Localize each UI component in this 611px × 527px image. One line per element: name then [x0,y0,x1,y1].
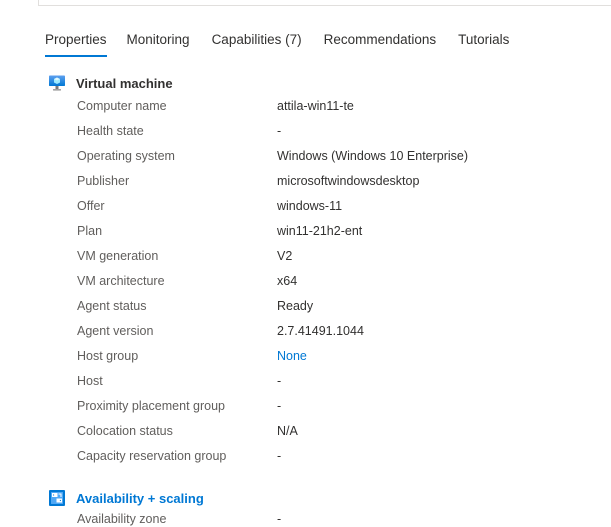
vm-properties-list: Computer name attila-win11-te Health stat… [0,93,611,468]
property-row: Computer name attila-win11-te [0,93,611,118]
tab-tutorials[interactable]: Tutorials [458,24,509,55]
section-title-virtual-machine: Virtual machine [76,75,173,91]
property-value: win11-21h2-ent [277,224,363,238]
availability-properties-list: Availability zone - [0,506,611,527]
property-value: - [277,124,282,138]
property-row: Offer windows-11 [0,193,611,218]
property-value: windows-11 [277,199,343,213]
property-row: Capacity reservation group - [0,443,611,468]
property-label: Plan [77,224,103,238]
tab-properties[interactable]: Properties [45,24,107,57]
tab-capabilities[interactable]: Capabilities (7) [212,24,302,55]
property-row: Health state - [0,118,611,143]
vm-overview-page: Properties Monitoring Capabilities (7) R… [0,0,611,527]
property-label: Computer name [77,99,167,113]
property-value: microsoftwindowsdesktop [277,174,420,188]
property-label: Health state [77,124,144,138]
property-value: Windows (Windows 10 Enterprise) [277,149,469,163]
property-label: Colocation status [77,424,173,438]
vm-section-header: Virtual machine [48,74,173,92]
property-row: Operating system Windows (Windows 10 Ente… [0,143,611,168]
property-row: Proximity placement group - [0,393,611,418]
property-row: Colocation status N/A [0,418,611,443]
property-label: VM architecture [77,274,165,288]
property-row: Host - [0,368,611,393]
property-label: Agent status [77,299,147,313]
host-group-link[interactable]: None [277,349,307,363]
monitor-icon [48,74,66,92]
property-label: Host group [77,349,139,363]
property-value: Ready [277,299,314,313]
property-value: - [277,399,282,413]
property-row: Agent version 2.7.41491.1044 [0,318,611,343]
property-label: Offer [77,199,105,213]
scale-set-icon [48,489,66,507]
property-row: Availability zone - [0,506,611,527]
property-value: - [277,512,282,526]
property-row: Host group None [0,343,611,368]
tab-recommendations[interactable]: Recommendations [324,24,437,55]
property-value: x64 [277,274,298,288]
property-label: Operating system [77,149,175,163]
property-value: 2.7.41491.1044 [277,324,364,338]
property-value: - [277,374,282,388]
property-row: Agent status Ready [0,293,611,318]
property-row: Plan win11-21h2-ent [0,218,611,243]
property-row: Publisher microsoftwindowsdesktop [0,168,611,193]
property-value: attila-win11-te [277,99,354,113]
tab-monitoring[interactable]: Monitoring [127,24,190,55]
property-label: Availability zone [77,512,167,526]
tab-bar: Properties Monitoring Capabilities (7) R… [45,24,531,58]
property-label: Publisher [77,174,130,188]
property-label: Proximity placement group [77,399,225,413]
property-row: VM architecture x64 [0,268,611,293]
property-row: VM generation V2 [0,243,611,268]
property-value: - [277,449,282,463]
property-label: VM generation [77,249,159,263]
availability-section-header: Availability + scaling [48,489,204,507]
property-label: Host [77,374,103,388]
property-label: Agent version [77,324,154,338]
section-title-availability-scaling[interactable]: Availability + scaling [76,491,204,506]
property-label: Capacity reservation group [77,449,227,463]
property-value: V2 [277,249,293,263]
essentials-card-edge [38,0,611,6]
property-value: N/A [277,424,298,438]
